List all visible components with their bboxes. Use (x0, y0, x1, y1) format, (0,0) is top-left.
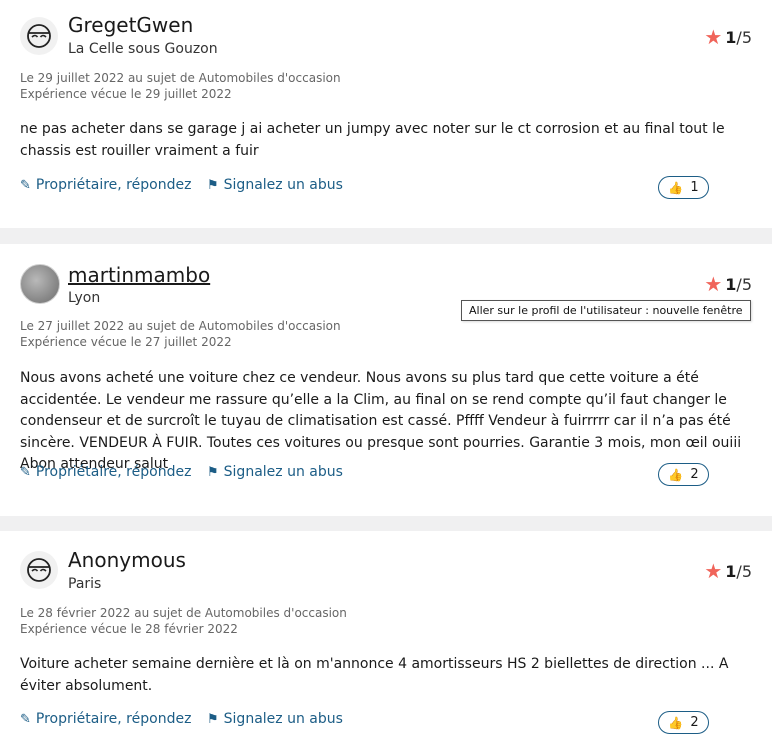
rating-max: /5 (736, 274, 752, 294)
thumbs-up-icon: 👍 (668, 715, 684, 730)
avatar[interactable] (20, 17, 58, 55)
star-icon: ★ (704, 25, 723, 49)
rating-value: 1 (725, 27, 737, 47)
review-date: Le 29 juillet 2022 au sujet de Automobil… (20, 71, 341, 85)
user-face-icon (27, 24, 51, 48)
report-abuse-label: Signalez un abus (223, 711, 343, 727)
owner-reply-label: Propriétaire, répondez (35, 464, 192, 480)
report-abuse-label: Signalez un abus (223, 177, 343, 193)
owner-reply-link[interactable]: ✎ Propriétaire, répondez (20, 177, 191, 193)
rating-max: /5 (736, 27, 752, 47)
review-text: Voiture acheter semaine dernière et là o… (20, 656, 729, 694)
review-text: ne pas acheter dans se garage j ai achet… (20, 121, 725, 159)
reviewer-name[interactable]: martinmambo (68, 263, 210, 287)
star-icon: ★ (704, 559, 723, 583)
useful-count: 2 (690, 715, 699, 730)
useful-button[interactable]: 👍 1 (658, 176, 709, 199)
owner-reply-link[interactable]: ✎ Propriétaire, répondez (20, 464, 191, 480)
review-rating: ★ 1 /5 (704, 559, 752, 583)
useful-count: 2 (690, 467, 699, 482)
user-face-icon (27, 558, 51, 582)
experience-date: Expérience vécue le 29 juillet 2022 (20, 87, 232, 101)
report-abuse-link[interactable]: ⚑ Signalez un abus (207, 711, 343, 727)
reviewer-location: Lyon (68, 290, 101, 306)
rating-max: /5 (736, 561, 752, 581)
reviewer-name[interactable]: Anonymous (68, 548, 186, 572)
reviewer-location: Paris (68, 576, 102, 592)
review-rating: ★ 1 /5 (704, 272, 752, 296)
pencil-icon: ✎ (20, 711, 31, 727)
experience-date: Expérience vécue le 28 février 2022 (20, 622, 238, 636)
review-text: Nous avons acheté une voiture chez ce ve… (20, 370, 742, 472)
owner-reply-link[interactable]: ✎ Propriétaire, répondez (20, 711, 191, 727)
owner-reply-label: Propriétaire, répondez (35, 711, 192, 727)
rating-value: 1 (725, 274, 737, 294)
review-date: Le 28 février 2022 au sujet de Automobil… (20, 606, 347, 620)
review-date: Le 27 juillet 2022 au sujet de Automobil… (20, 319, 341, 333)
review-card: Anonymous Paris ★ 1 /5 Le 28 février 202… (0, 531, 772, 756)
pencil-icon: ✎ (20, 177, 31, 193)
useful-button[interactable]: 👍 2 (658, 711, 709, 734)
pencil-icon: ✎ (20, 464, 31, 480)
star-icon: ★ (704, 272, 723, 296)
review-separator (0, 228, 772, 244)
flag-icon: ⚑ (207, 464, 219, 480)
reviewer-location: La Celle sous Gouzon (68, 41, 218, 57)
avatar[interactable] (20, 264, 60, 304)
review-card: martinmambo Lyon ★ 1 /5 Le 27 juillet 20… (0, 244, 772, 516)
profile-tooltip: Aller sur le profil de l'utilisateur : n… (461, 300, 751, 321)
report-abuse-link[interactable]: ⚑ Signalez un abus (207, 464, 343, 480)
review-separator (0, 516, 772, 531)
flag-icon: ⚑ (207, 177, 219, 193)
flag-icon: ⚑ (207, 711, 219, 727)
experience-date: Expérience vécue le 27 juillet 2022 (20, 335, 232, 349)
owner-reply-label: Propriétaire, répondez (35, 177, 192, 193)
avatar[interactable] (20, 551, 58, 589)
thumbs-up-icon: 👍 (668, 180, 684, 195)
review-rating: ★ 1 /5 (704, 25, 752, 49)
report-abuse-label: Signalez un abus (223, 464, 343, 480)
rating-value: 1 (725, 561, 737, 581)
reviewer-name[interactable]: GregetGwen (68, 13, 193, 37)
thumbs-up-icon: 👍 (668, 467, 684, 482)
report-abuse-link[interactable]: ⚑ Signalez un abus (207, 177, 343, 193)
useful-button[interactable]: 👍 2 (658, 463, 709, 486)
useful-count: 1 (690, 180, 699, 195)
review-card: GregetGwen La Celle sous Gouzon ★ 1 /5 L… (0, 0, 772, 228)
